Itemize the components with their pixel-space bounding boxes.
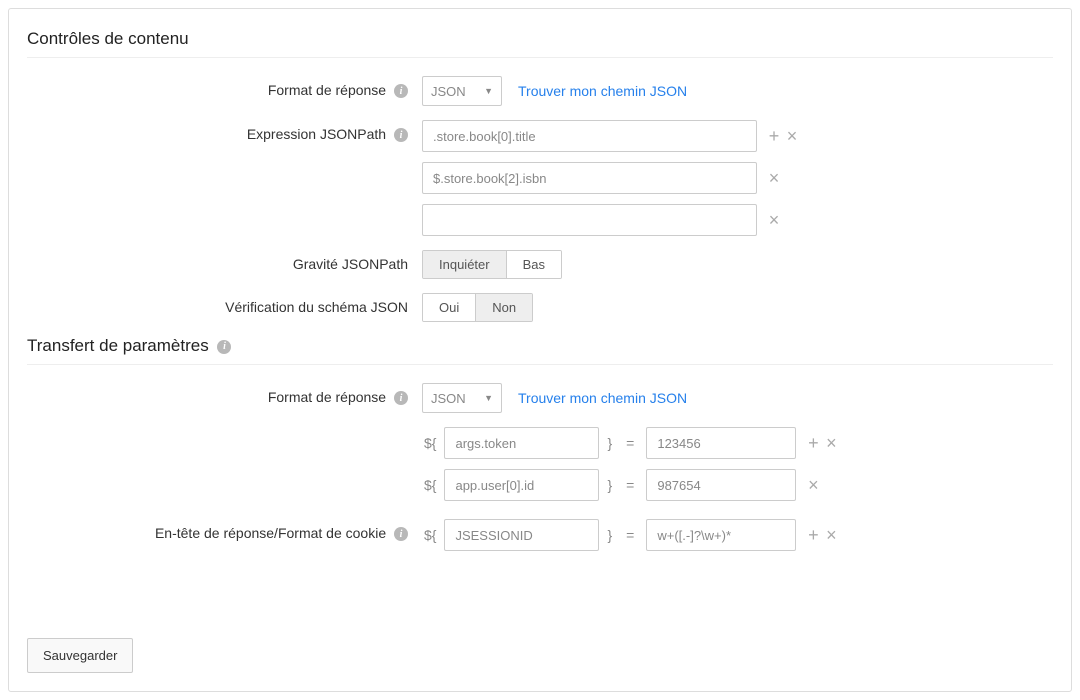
param-value-input[interactable] <box>646 469 796 501</box>
section-rule <box>27 364 1053 365</box>
info-icon[interactable]: i <box>394 84 408 98</box>
delim-open: ${ <box>422 477 438 493</box>
jsonpath-input[interactable] <box>422 162 757 194</box>
schema-check-toggle: Oui Non <box>422 293 533 322</box>
info-icon[interactable]: i <box>394 527 408 541</box>
section-rule <box>27 57 1053 58</box>
severity-option-low[interactable]: Bas <box>506 251 561 278</box>
equals-sign: = <box>620 527 640 543</box>
delim-open: ${ <box>422 435 438 451</box>
config-panel: Contrôles de contenu Format de réponse i… <box>8 8 1072 692</box>
jsonpath-input[interactable] <box>422 120 757 152</box>
remove-row-icon[interactable]: × <box>824 526 838 544</box>
section-title-params: Transfert de paramètres i <box>27 336 1053 356</box>
add-row-icon[interactable]: + <box>806 526 820 544</box>
schema-option-yes[interactable]: Oui <box>423 294 475 321</box>
severity-toggle: Inquiéter Bas <box>422 250 562 279</box>
add-row-icon[interactable]: + <box>806 434 820 452</box>
chevron-down-icon: ▼ <box>484 86 493 96</box>
find-json-path-link[interactable]: Trouver mon chemin JSON <box>518 83 687 99</box>
label-jsonpath-expression: Expression JSONPath i <box>27 120 422 142</box>
header-key-input[interactable] <box>444 519 599 551</box>
label-header-cookie: En-tête de réponse/Format de cookie i <box>27 519 422 541</box>
chevron-down-icon: ▼ <box>484 393 493 403</box>
add-row-icon[interactable]: + <box>767 127 781 145</box>
remove-row-icon[interactable]: × <box>785 127 799 145</box>
param-key-input[interactable] <box>444 469 599 501</box>
row-response-format: Format de réponse i JSON ▼ Trouver mon c… <box>27 76 1053 106</box>
remove-row-icon[interactable]: × <box>767 211 781 229</box>
response-format-select[interactable]: JSON ▼ <box>422 76 502 106</box>
row-params-response-format: Format de réponse i JSON ▼ Trouver mon c… <box>27 383 1053 413</box>
label-json-schema-check: Vérification du schéma JSON <box>27 293 422 315</box>
row-jsonpath-expression: Expression JSONPath i + × × × <box>27 120 1053 236</box>
label-jsonpath-severity: Gravité JSONPath <box>27 250 422 272</box>
save-button[interactable]: Sauvegarder <box>27 638 133 673</box>
info-icon[interactable]: i <box>394 391 408 405</box>
equals-sign: = <box>620 435 640 451</box>
find-json-path-link[interactable]: Trouver mon chemin JSON <box>518 390 687 406</box>
param-key-input[interactable] <box>444 427 599 459</box>
row-jsonpath-severity: Gravité JSONPath Inquiéter Bas <box>27 250 1053 279</box>
remove-row-icon[interactable]: × <box>806 476 820 494</box>
delim-close: } <box>605 435 614 451</box>
row-header-cookie: En-tête de réponse/Format de cookie i ${… <box>27 519 1053 551</box>
label-empty <box>27 427 422 433</box>
delim-close: } <box>605 527 614 543</box>
schema-option-no[interactable]: Non <box>475 294 532 321</box>
label-params-response-format: Format de réponse i <box>27 383 422 405</box>
param-value-input[interactable] <box>646 427 796 459</box>
equals-sign: = <box>620 477 640 493</box>
label-response-format: Format de réponse i <box>27 76 422 98</box>
row-params-pairs: ${ } = + × ${ } = × <box>27 427 1053 501</box>
row-json-schema-check: Vérification du schéma JSON Oui Non <box>27 293 1053 322</box>
remove-row-icon[interactable]: × <box>824 434 838 452</box>
severity-option-worry[interactable]: Inquiéter <box>423 251 506 278</box>
remove-row-icon[interactable]: × <box>767 169 781 187</box>
section-title-content: Contrôles de contenu <box>27 29 1053 49</box>
delim-close: } <box>605 477 614 493</box>
jsonpath-input[interactable] <box>422 204 757 236</box>
info-icon[interactable]: i <box>394 128 408 142</box>
params-response-format-select[interactable]: JSON ▼ <box>422 383 502 413</box>
delim-open: ${ <box>422 527 438 543</box>
header-value-input[interactable] <box>646 519 796 551</box>
info-icon[interactable]: i <box>217 340 231 354</box>
